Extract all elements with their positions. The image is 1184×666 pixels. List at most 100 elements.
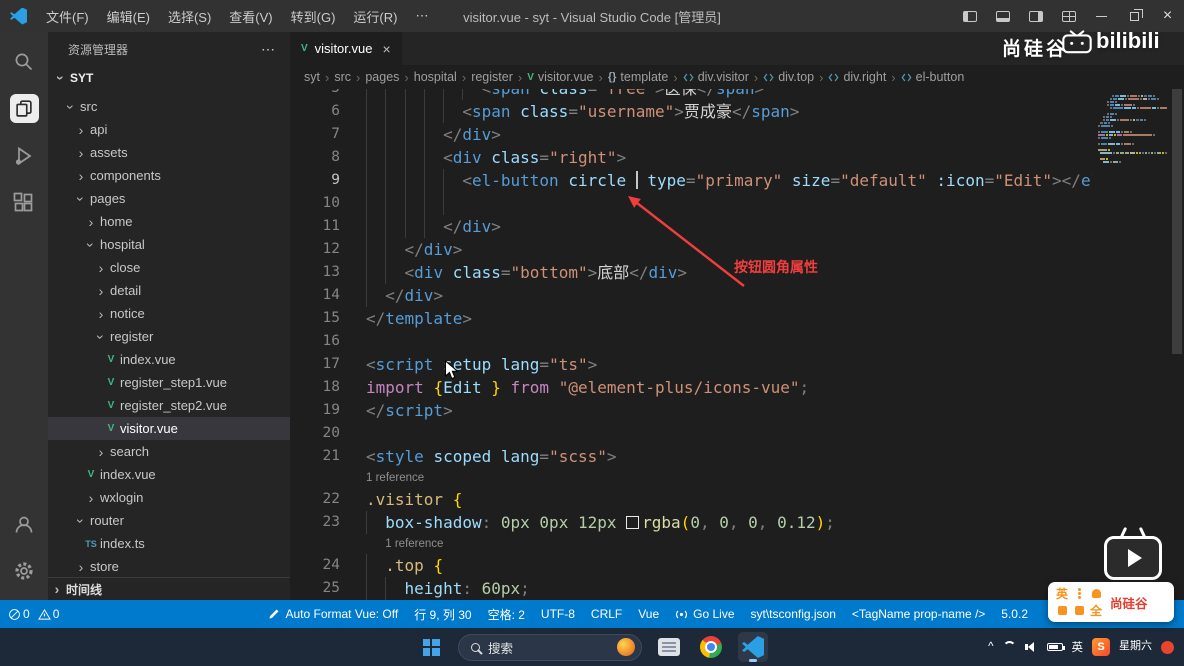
code-token: > <box>587 263 598 282</box>
ime-language-button[interactable]: 英 <box>1054 586 1070 602</box>
speaker-icon[interactable] <box>1024 642 1038 652</box>
tree-item-hospital[interactable]: › hospital <box>48 233 290 256</box>
status-tag-prop[interactable]: <TagName prop-name /> <box>846 607 991 621</box>
scrollbar-thumb[interactable] <box>1172 89 1182 354</box>
tree-item-wxlogin[interactable]: › wxlogin <box>48 486 290 509</box>
problems-indicator[interactable]: 0 0 <box>0 600 65 628</box>
status-tsconfig[interactable]: syt\tsconfig.json <box>745 607 842 621</box>
indent-guide <box>366 89 385 100</box>
toggle-sidebar-icon[interactable] <box>953 0 986 32</box>
section-timeline[interactable]: › 时间线 <box>48 577 290 600</box>
tree-item-detail[interactable]: › detail <box>48 279 290 302</box>
chevron-icon: › <box>98 282 104 299</box>
tab-visitor-vue[interactable]: V visitor.vue × <box>290 32 402 65</box>
tree-item-search[interactable]: › search <box>48 440 290 463</box>
extensions-icon[interactable] <box>0 179 48 226</box>
settings-gear-icon[interactable] <box>0 547 48 594</box>
taskbar-clock[interactable]: 星期六 <box>1119 640 1152 653</box>
breadcrumb-el-button[interactable]: el-button <box>901 70 964 84</box>
tree-item-pages[interactable]: › pages <box>48 187 290 210</box>
menu-[interactable]: ⋯ <box>406 0 437 32</box>
tree-item-src[interactable]: › src <box>48 95 290 118</box>
menu-r[interactable]: 运行(R) <box>344 0 406 32</box>
search-icon[interactable] <box>0 38 48 85</box>
chevron-icon: › <box>98 443 104 460</box>
tree-item-home[interactable]: › home <box>48 210 290 233</box>
error-count: 0 <box>23 607 30 621</box>
tree-item-close[interactable]: › close <box>48 256 290 279</box>
tree-item-index-vue[interactable]: Vindex.vue <box>48 348 290 371</box>
more-actions-icon[interactable]: ⋯ <box>261 41 276 58</box>
breadcrumb-hospital[interactable]: hospital <box>414 70 457 84</box>
code-token: < <box>482 89 492 98</box>
chrome-icon[interactable] <box>696 632 726 662</box>
codelens-reference[interactable]: 1 reference <box>290 468 1184 488</box>
minimap[interactable] <box>1092 89 1170 600</box>
status-go-live[interactable]: Go Live <box>669 607 740 621</box>
menu-e[interactable]: 编辑(E) <box>98 0 159 32</box>
editor-scrollbar[interactable] <box>1170 89 1184 600</box>
menu-v[interactable]: 查看(V) <box>220 0 281 32</box>
tree-item-notice[interactable]: › notice <box>48 302 290 325</box>
status-encoding[interactable]: UTF-8 <box>535 607 581 621</box>
menu-g[interactable]: 转到(G) <box>282 0 345 32</box>
section-syt[interactable]: › SYT <box>48 66 290 89</box>
status-indentation[interactable]: 空格: 2 <box>482 606 531 623</box>
menu-f[interactable]: 文件(F) <box>37 0 98 32</box>
explorer-icon[interactable] <box>0 85 48 132</box>
breadcrumb-div-top[interactable]: div.top <box>763 70 814 84</box>
breadcrumb-visitor-vue[interactable]: Vvisitor.vue <box>527 70 593 84</box>
breadcrumb-template[interactable]: {} template <box>608 70 669 84</box>
tree-item-router[interactable]: › router <box>48 509 290 532</box>
tray-chevron-icon[interactable]: ^ <box>988 641 993 653</box>
bilibili-play-button[interactable] <box>1104 536 1162 580</box>
tree-item-index-ts[interactable]: TS index.ts <box>48 532 290 555</box>
toggle-secondary-sidebar-icon[interactable] <box>1019 0 1052 32</box>
breadcrumb-src[interactable]: src <box>334 70 351 84</box>
status-cursor-position[interactable]: 行 9, 列 30 <box>408 606 477 623</box>
code-editor[interactable]: 5<span class="free">医保</span>6<span clas… <box>290 89 1184 600</box>
code-token: "free" <box>597 89 655 98</box>
status-eol[interactable]: CRLF <box>585 607 628 621</box>
ime-keyboard-icon[interactable] <box>1071 603 1087 619</box>
tree-item-register-step1-vue[interactable]: Vregister_step1.vue <box>48 371 290 394</box>
run-debug-icon[interactable] <box>0 132 48 179</box>
ime-account-icon[interactable] <box>1088 586 1104 602</box>
breadcrumb-register[interactable]: register <box>471 70 513 84</box>
close-tab-icon[interactable]: × <box>382 41 390 57</box>
tree-item-visitor-vue[interactable]: Vvisitor.vue <box>48 417 290 440</box>
menu-s[interactable]: 选择(S) <box>159 0 220 32</box>
tree-item-register[interactable]: › register <box>48 325 290 348</box>
ime-hand-icon[interactable] <box>1054 603 1070 619</box>
vscode-taskbar-icon[interactable] <box>738 632 768 662</box>
notification-badge[interactable] <box>1161 640 1174 654</box>
taskbar-search[interactable]: 搜索 <box>458 633 642 661</box>
breadcrumb-pages[interactable]: pages <box>365 70 399 84</box>
tree-item-index-vue[interactable]: Vindex.vue <box>48 463 290 486</box>
minimap-segment <box>1112 107 1123 109</box>
ime-fullwidth-button[interactable]: 全 <box>1088 603 1104 619</box>
ime-menu-icon[interactable] <box>1071 586 1087 602</box>
tree-item-api[interactable]: › api <box>48 118 290 141</box>
status-version[interactable]: 5.0.2 <box>995 607 1034 621</box>
sogou-icon[interactable]: S <box>1092 638 1110 656</box>
file-explorer-icon[interactable] <box>654 632 684 662</box>
tree-item-assets[interactable]: › assets <box>48 141 290 164</box>
annotation-label: 按钮圆角属性 <box>734 259 818 275</box>
status-language-mode[interactable]: Vue <box>632 607 665 621</box>
wifi-icon[interactable] <box>1002 640 1016 654</box>
battery-icon[interactable] <box>1046 643 1065 651</box>
account-icon[interactable] <box>0 500 48 547</box>
codelens-reference[interactable]: 1 reference <box>290 534 1184 554</box>
status-auto-format[interactable]: Auto Format Vue: Off <box>262 607 404 621</box>
breadcrumb-div-right[interactable]: div.right <box>828 70 886 84</box>
breadcrumb-div-visitor[interactable]: div.visitor <box>683 70 749 84</box>
ime-language-indicator[interactable]: 英 <box>1072 639 1084 655</box>
tree-item-store[interactable]: › store <box>48 555 290 578</box>
shangguigu-watermark: 尚硅谷 <box>1002 39 1069 60</box>
toggle-panel-icon[interactable] <box>986 0 1019 32</box>
tree-item-components[interactable]: › components <box>48 164 290 187</box>
tree-item-register-step2-vue[interactable]: Vregister_step2.vue <box>48 394 290 417</box>
start-button[interactable] <box>416 632 446 662</box>
breadcrumb-syt[interactable]: syt <box>304 70 320 84</box>
